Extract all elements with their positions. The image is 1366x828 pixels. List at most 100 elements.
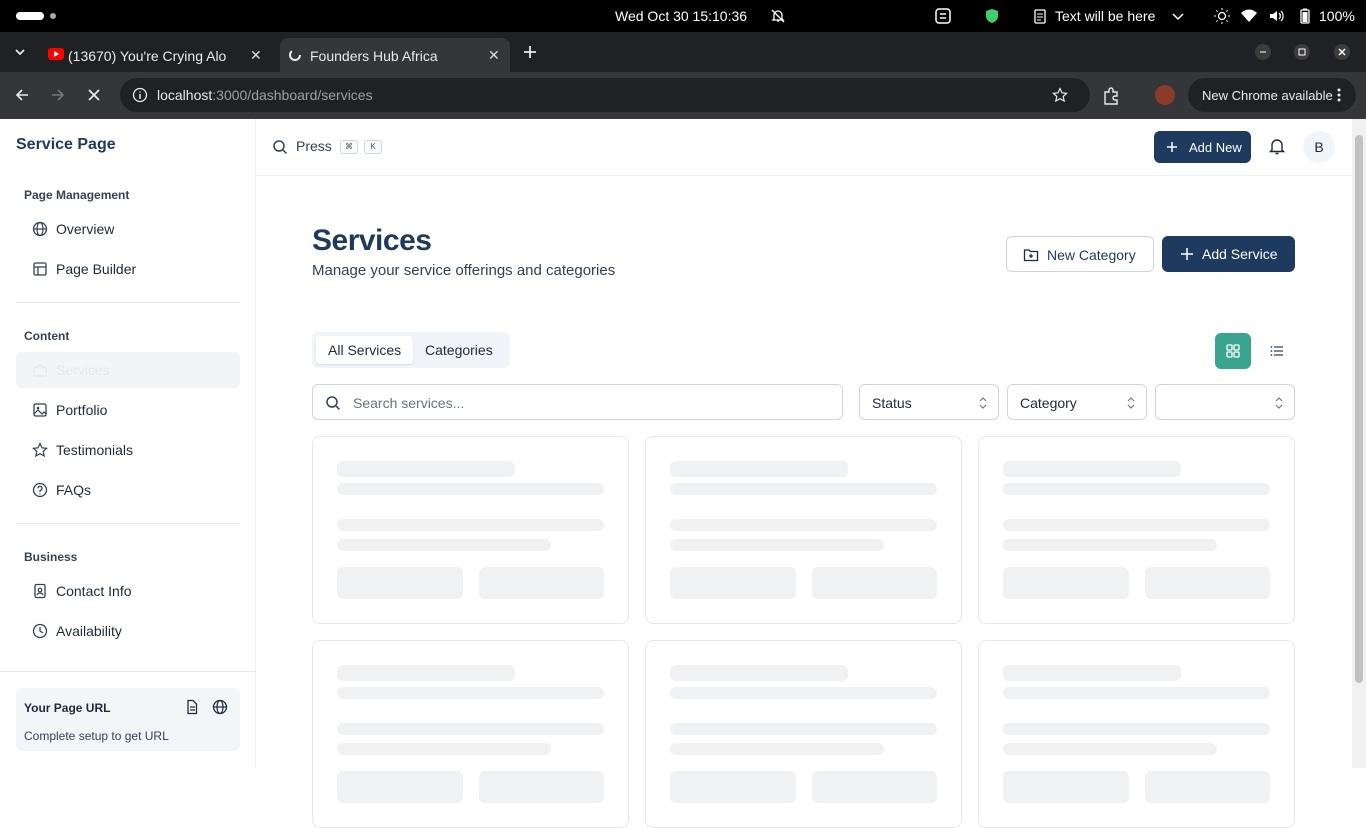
skeleton-bar: [1003, 743, 1217, 755]
sidebar-item-label: Services: [56, 362, 110, 378]
bell-icon[interactable]: [1268, 137, 1286, 155]
skeleton-bar: [337, 567, 463, 599]
plus-icon: [1181, 248, 1193, 260]
skeleton-bar: [812, 567, 937, 599]
skeleton-bar: [1003, 687, 1270, 699]
list-icon: [1270, 346, 1283, 356]
url-path: :3000/dashboard/services: [212, 87, 373, 103]
stop-loading-icon[interactable]: [86, 87, 102, 103]
kbd-command: ⌘: [340, 140, 358, 154]
tab-categories[interactable]: Categories: [413, 336, 505, 364]
indicator-text[interactable]: Text will be here: [1055, 8, 1155, 24]
url-host: localhost: [157, 87, 213, 103]
add-new-label: Add New: [1189, 140, 1242, 155]
site-info-icon[interactable]: [132, 87, 148, 103]
page-scrollbar[interactable]: [1352, 119, 1366, 768]
category-filter[interactable]: Category: [1007, 384, 1147, 420]
bookmark-star-icon[interactable]: [1052, 87, 1068, 103]
sidebar-brand[interactable]: Service Page: [16, 136, 116, 154]
chevron-up-down-icon: [979, 397, 987, 409]
skeleton-bar: [670, 665, 848, 681]
sidebar-item-contact-info[interactable]: Contact Info: [16, 573, 240, 609]
new-category-button[interactable]: New Category: [1006, 236, 1154, 272]
sidebar-item-label: FAQs: [56, 482, 92, 498]
command-search-label[interactable]: Press: [296, 138, 332, 154]
restore-icon[interactable]: [1294, 44, 1310, 60]
back-icon[interactable]: [14, 87, 30, 103]
notifications-off-icon[interactable]: [770, 8, 786, 24]
skeleton-bar: [1003, 483, 1270, 495]
skeleton-bar: [1145, 567, 1270, 599]
close-icon[interactable]: ✕: [250, 47, 262, 64]
workspace-indicator[interactable]: [16, 12, 44, 20]
volume-icon[interactable]: [1269, 8, 1285, 24]
add-service-button[interactable]: Add Service: [1162, 236, 1295, 272]
sidebar-item-faqs[interactable]: FAQs: [16, 472, 240, 508]
service-card-skeleton: [312, 640, 629, 828]
sidebar-item-services[interactable]: Services: [16, 352, 240, 388]
more-menu-icon[interactable]: [1336, 88, 1342, 102]
close-icon[interactable]: ✕: [488, 47, 500, 64]
workspace-dot[interactable]: [50, 13, 56, 19]
system-clock[interactable]: Wed Oct 30 15:10:36: [615, 8, 747, 24]
chrome-update-button[interactable]: New Chrome available: [1188, 78, 1356, 112]
star-icon: [32, 442, 48, 458]
sidebar-divider: [0, 671, 256, 672]
battery-icon[interactable]: [1297, 8, 1313, 24]
youtube-icon: [48, 48, 64, 60]
user-avatar[interactable]: B: [1303, 131, 1335, 163]
skeleton-bar: [337, 483, 604, 495]
grid-icon: [1226, 344, 1240, 358]
new-tab-icon[interactable]: [522, 44, 538, 60]
address-bar[interactable]: localhost:3000/dashboard/services: [120, 78, 1090, 112]
grid-view-button[interactable]: [1215, 333, 1251, 369]
skeleton-bar: [1003, 723, 1270, 735]
skeleton-bar: [670, 461, 848, 477]
service-search[interactable]: Search services...: [312, 384, 843, 420]
sidebar-item-portfolio[interactable]: Portfolio: [16, 392, 240, 428]
document-icon[interactable]: [184, 699, 200, 715]
clipboard-icon[interactable]: [1032, 8, 1048, 24]
extensions-icon[interactable]: [1102, 87, 1120, 105]
scrollbar-thumb[interactable]: [1355, 135, 1363, 683]
shield-icon[interactable]: [984, 8, 1000, 24]
sidebar-item-availability[interactable]: Availability: [16, 613, 240, 649]
service-card-skeleton: [978, 436, 1295, 624]
add-new-button[interactable]: Add New: [1154, 131, 1251, 163]
tab-search-icon[interactable]: [12, 44, 28, 60]
skeleton-bar: [337, 519, 604, 531]
sort-filter[interactable]: [1155, 384, 1295, 420]
sidebar-item-label: Portfolio: [56, 402, 108, 418]
skeleton-bar: [1003, 771, 1129, 803]
skeleton-bar: [1003, 539, 1217, 551]
globe-icon: [32, 221, 48, 237]
minimize-icon[interactable]: [1255, 44, 1271, 60]
tab-all-services[interactable]: All Services: [316, 336, 414, 364]
services-tabs: All Services Categories: [312, 332, 510, 368]
help-circle-icon: [32, 482, 48, 498]
browser-tab-founders-hub[interactable]: Founders Hub Africa ✕: [280, 38, 510, 72]
skeleton-bar: [670, 519, 937, 531]
sidebar-item-overview[interactable]: Overview: [16, 211, 240, 247]
browser-tab-strip: (13670) You're Crying Alo ✕ Founders Hub…: [0, 32, 1366, 72]
profile-avatar[interactable]: [1155, 85, 1175, 105]
app-indicator-icon[interactable]: [935, 8, 951, 24]
url-text[interactable]: localhost:3000/dashboard/services: [157, 87, 373, 103]
sidebar-item-testimonials[interactable]: Testimonials: [16, 432, 240, 468]
forward-icon[interactable]: [50, 87, 66, 103]
wifi-icon[interactable]: [1241, 8, 1257, 24]
sidebar-item-label: Page Builder: [56, 261, 137, 277]
globe-icon[interactable]: [212, 699, 228, 715]
window-close-icon[interactable]: [1334, 44, 1350, 60]
sidebar-item-page-builder[interactable]: Page Builder: [16, 251, 240, 287]
list-view-button[interactable]: [1259, 333, 1295, 369]
briefcase-icon: [33, 364, 47, 377]
chrome-update-label: New Chrome available: [1202, 88, 1333, 103]
skeleton-bar: [337, 723, 604, 735]
status-filter[interactable]: Status: [859, 384, 999, 420]
search-icon[interactable]: [272, 139, 288, 155]
chevron-down-icon[interactable]: [1170, 8, 1186, 24]
browser-tab-youtube[interactable]: (13670) You're Crying Alo ✕: [40, 38, 272, 72]
skeleton-bar: [337, 743, 551, 755]
brightness-icon[interactable]: [1214, 8, 1230, 24]
